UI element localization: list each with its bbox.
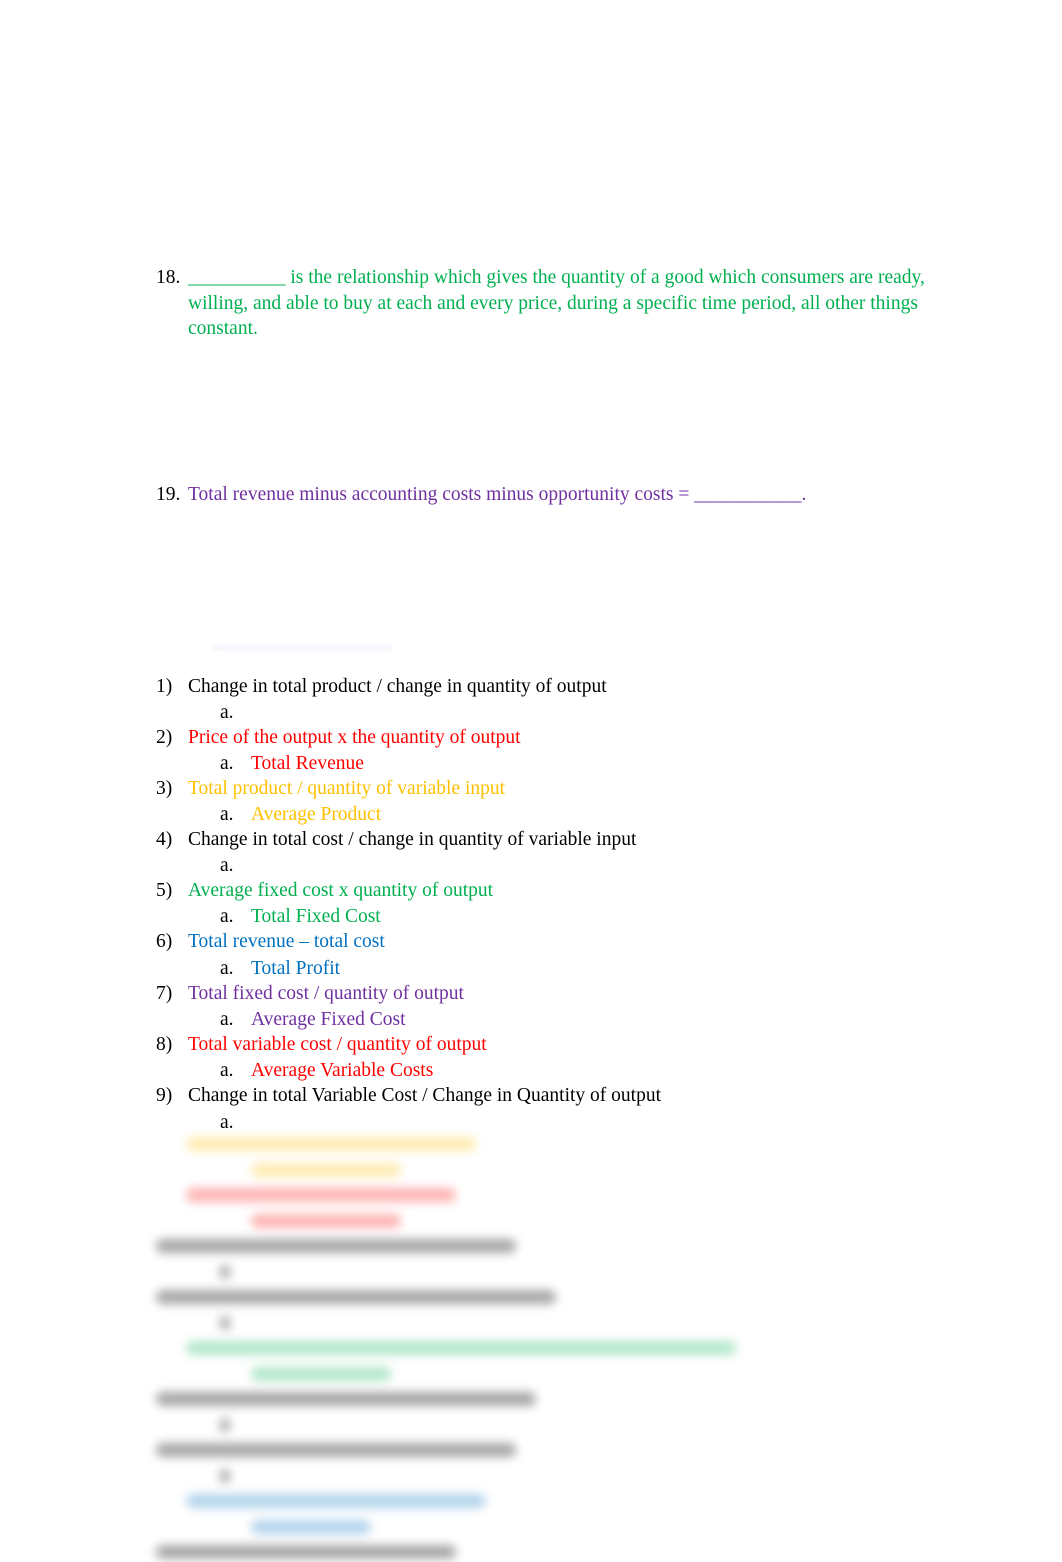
blurred-line bbox=[251, 1213, 401, 1228]
item-text: Price of the output x the quantity of ou… bbox=[188, 727, 521, 748]
subitem-answer: Total Fixed Cost bbox=[251, 905, 381, 927]
list-subitem: a. bbox=[156, 700, 956, 726]
item-number: 6) bbox=[156, 931, 173, 952]
list-subitem: a. Average Variable Costs bbox=[156, 1058, 956, 1084]
blurred-line bbox=[156, 1290, 556, 1304]
question-19: 19. Total revenue minus accounting costs… bbox=[156, 482, 926, 508]
blurred-line bbox=[156, 1545, 456, 1559]
item-text: Change in total product / change in quan… bbox=[188, 676, 607, 697]
item-text: Total product / quantity of variable inp… bbox=[188, 778, 506, 799]
subitem-answer: Average Variable Costs bbox=[251, 1059, 434, 1081]
list-subitem: a. Total Fixed Cost bbox=[156, 904, 956, 930]
faint-divider bbox=[212, 646, 392, 649]
list-subitem: a. Total Profit bbox=[156, 955, 956, 982]
subitem-letter: a. bbox=[220, 752, 234, 774]
subitem-letter: a. bbox=[220, 1059, 234, 1081]
subitem-letter: a. bbox=[220, 803, 234, 825]
subitem-answer: Total Revenue bbox=[251, 752, 364, 774]
item-number: 8) bbox=[156, 1034, 173, 1055]
question-number: 19. bbox=[156, 484, 181, 505]
item-text: Average fixed cost x quantity of output bbox=[188, 880, 494, 901]
blurred-line bbox=[186, 1341, 736, 1355]
subitem-answer: Average Fixed Cost bbox=[251, 1008, 406, 1030]
blurred-line bbox=[251, 1366, 391, 1381]
question-text: __________ is the relationship which giv… bbox=[188, 267, 925, 339]
blurred-line bbox=[186, 1494, 486, 1508]
list-item: 7) Total fixed cost / quantity of output bbox=[156, 981, 956, 1007]
list-item: 4) Change in total cost / change in quant… bbox=[156, 827, 956, 853]
list-item: 2) Price of the output x the quantity of … bbox=[156, 725, 956, 751]
item-number: 4) bbox=[156, 829, 173, 850]
blurred-line bbox=[156, 1239, 516, 1253]
list-subitem: a. Total Revenue bbox=[156, 751, 956, 777]
item-number: 7) bbox=[156, 983, 173, 1004]
blurred-line bbox=[156, 1392, 536, 1406]
subitem-answer: Total Profit bbox=[251, 957, 341, 979]
list-item: 5) Average fixed cost x quantity of outpu… bbox=[156, 878, 956, 904]
subitem-answer: Average Product bbox=[251, 803, 382, 825]
blurred-line bbox=[220, 1315, 230, 1330]
item-number: 5) bbox=[156, 880, 173, 901]
list-item: 3) Total product / quantity of variable i… bbox=[156, 776, 956, 802]
blurred-line bbox=[251, 1162, 401, 1177]
blurred-line bbox=[186, 1188, 456, 1202]
item-text: Total variable cost / quantity of output bbox=[188, 1034, 487, 1055]
blurred-content bbox=[156, 1132, 756, 1562]
list-item: 1) Change in total product / change in qu… bbox=[156, 674, 956, 700]
item-number: 9) bbox=[156, 1085, 173, 1106]
item-number: 2) bbox=[156, 727, 173, 748]
blurred-line bbox=[156, 1443, 516, 1457]
list-item: 9) Change in total Variable Cost / Change… bbox=[156, 1083, 956, 1109]
question-text: Total revenue minus accounting costs min… bbox=[188, 484, 807, 505]
subitem-letter: a. bbox=[220, 701, 234, 723]
item-text: Change in total Variable Cost / Change i… bbox=[188, 1085, 661, 1106]
blurred-line bbox=[220, 1264, 230, 1279]
question-number: 18. bbox=[156, 267, 181, 288]
item-text: Change in total cost / change in quantit… bbox=[188, 829, 637, 850]
blurred-line bbox=[186, 1137, 476, 1151]
list-subitem: a. bbox=[156, 853, 956, 879]
question-18: 18. __________ is the relationship which… bbox=[156, 265, 926, 342]
item-number: 3) bbox=[156, 778, 173, 799]
subitem-letter: a. bbox=[220, 957, 234, 979]
subitem-letter: a. bbox=[220, 905, 234, 927]
item-text: Total revenue – total cost bbox=[188, 931, 385, 952]
blurred-line bbox=[251, 1519, 371, 1534]
item-text: Total fixed cost / quantity of output bbox=[188, 983, 464, 1004]
subitem-letter: a. bbox=[220, 854, 234, 876]
subitem-letter: a. bbox=[220, 1008, 234, 1030]
list-subitem: a. Average Fixed Cost bbox=[156, 1007, 956, 1033]
blurred-line bbox=[220, 1468, 230, 1483]
item-number: 1) bbox=[156, 676, 173, 697]
list-item: 6) Total revenue – total cost bbox=[156, 929, 956, 955]
list-subitem: a. Average Product bbox=[156, 802, 956, 828]
list-item: 8) Total variable cost / quantity of outp… bbox=[156, 1032, 956, 1058]
definitions-list: 1) Change in total product / change in qu… bbox=[156, 674, 956, 1135]
blurred-line bbox=[220, 1417, 230, 1432]
